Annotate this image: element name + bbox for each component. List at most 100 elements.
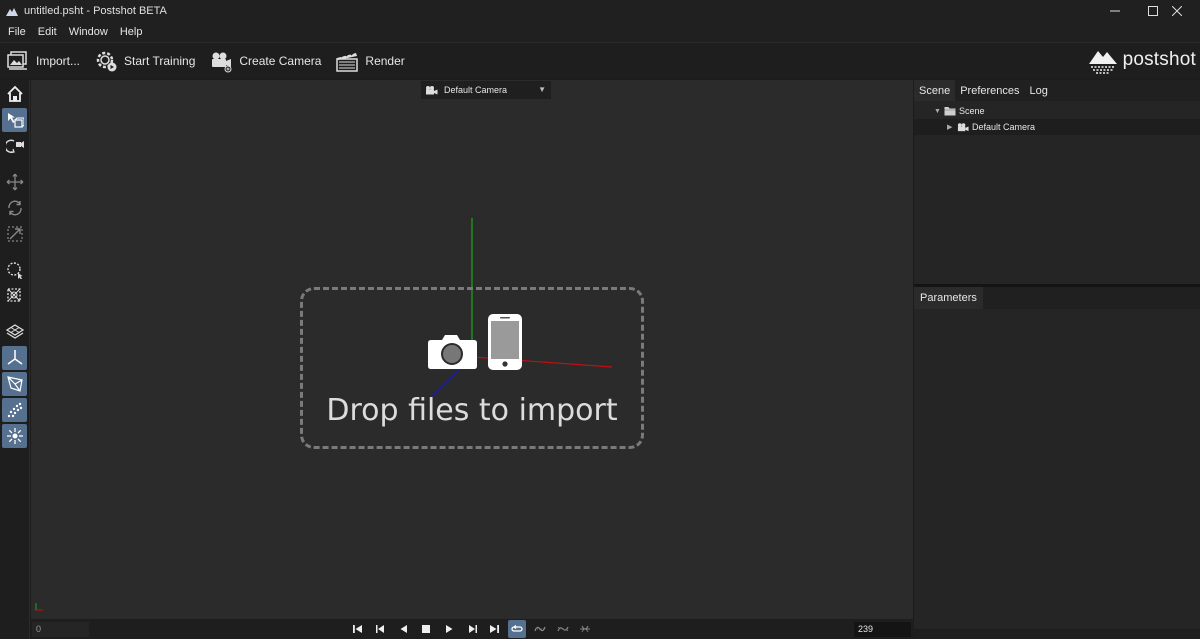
camera-icon: [957, 123, 969, 132]
scale-icon: [6, 226, 23, 242]
prev-keyframe-icon: [376, 625, 384, 633]
select-object-button[interactable]: [2, 108, 27, 132]
clapperboard-icon: [336, 51, 359, 72]
create-camera-label: Create Camera: [239, 54, 322, 68]
right-panel: Scene Preferences Log ▼ Scene ▶ Default …: [914, 80, 1200, 639]
play-icon: [446, 625, 453, 633]
chevron-down-icon: ▼: [538, 85, 546, 94]
3d-viewport[interactable]: Default Camera ▼ Drop files to import: [31, 80, 913, 618]
import-button[interactable]: Import...: [0, 43, 88, 79]
axes-toggle[interactable]: [2, 346, 27, 370]
tab-parameters[interactable]: Parameters: [914, 287, 983, 309]
parameters-panel: [914, 309, 1200, 629]
camera-dropdown-value: Default Camera: [444, 85, 508, 95]
video-camera-icon: [426, 86, 438, 95]
menu-file[interactable]: File: [2, 26, 32, 38]
play-button[interactable]: [440, 620, 458, 638]
move-icon: [6, 173, 23, 191]
play-reverse-icon: [400, 625, 407, 633]
first-frame-button[interactable]: [349, 620, 367, 638]
splat-points-icon: [7, 402, 22, 418]
bounce-icon: [534, 626, 546, 632]
select-object-icon: [7, 113, 24, 128]
scale-tool[interactable]: [2, 222, 27, 246]
menu-bar: File Edit Window Help: [0, 22, 1200, 42]
splat-points-toggle[interactable]: [2, 398, 27, 422]
menu-window[interactable]: Window: [63, 26, 114, 38]
tree-item-default-camera-label: Default Camera: [972, 122, 1036, 132]
loop-button[interactable]: [508, 620, 526, 638]
prev-keyframe-button[interactable]: [372, 620, 390, 638]
right-panel-tabs: Scene Preferences Log: [914, 80, 1200, 101]
home-icon: [6, 85, 23, 102]
window-title: untitled.psht - Postshot BETA: [24, 5, 167, 17]
import-icon: [7, 51, 27, 70]
title-bar: untitled.psht - Postshot BETA: [0, 0, 1200, 22]
parameters-tab-bar: Parameters: [914, 287, 1200, 309]
minimize-icon: [1110, 10, 1120, 12]
home-button[interactable]: [2, 82, 27, 106]
expand-right-icon[interactable]: ▶: [947, 123, 957, 131]
once-icon: [580, 625, 590, 633]
play-reverse-button[interactable]: [395, 620, 413, 638]
stop-button[interactable]: [417, 620, 435, 638]
close-button[interactable]: [1154, 0, 1200, 22]
start-frame-field[interactable]: 0: [32, 622, 89, 637]
ping-pong-icon: [557, 626, 569, 632]
tree-item-scene[interactable]: ▼ Scene: [914, 103, 1200, 119]
first-frame-icon: [353, 625, 362, 633]
render-label: Render: [365, 54, 405, 68]
expand-down-icon[interactable]: ▼: [934, 108, 944, 115]
render-button[interactable]: Render: [329, 43, 412, 79]
lasso-select-tool[interactable]: [2, 258, 27, 282]
drop-files-text: Drop files to import: [326, 393, 618, 428]
folder-icon: [944, 107, 956, 116]
camera-frustum-toggle[interactable]: [2, 372, 27, 396]
once-button[interactable]: [576, 620, 594, 638]
grid-plane-toggle[interactable]: [2, 320, 27, 344]
grid-plane-icon: [5, 324, 24, 339]
mini-axes-indicator: [35, 603, 43, 611]
last-frame-icon: [490, 625, 499, 633]
bounce-button[interactable]: [531, 620, 549, 638]
tree-item-scene-label: Scene: [959, 106, 985, 116]
postshot-logo-icon: [1088, 51, 1117, 74]
parameters-footer: [914, 629, 1200, 639]
tab-log[interactable]: Log: [1025, 80, 1053, 101]
camera-view-button[interactable]: [2, 134, 27, 158]
import-label: Import...: [36, 54, 81, 68]
ping-pong-button[interactable]: [554, 620, 572, 638]
start-training-label: Start Training: [124, 54, 196, 68]
last-frame-button[interactable]: [485, 620, 503, 638]
app-logo-icon: [6, 8, 18, 16]
end-frame-field[interactable]: 239: [854, 622, 911, 637]
left-tool-strip: [0, 80, 30, 639]
main-toolbar: Import... Start Training Create Camera R…: [0, 42, 1200, 79]
gear-icon: [96, 51, 117, 72]
lasso-select-icon: [6, 262, 22, 279]
menu-edit[interactable]: Edit: [32, 26, 63, 38]
rotate-tool[interactable]: [2, 196, 27, 220]
brand-logo: postshot: [1087, 46, 1196, 74]
next-keyframe-button[interactable]: [463, 620, 481, 638]
light-burst-icon: [6, 428, 23, 444]
rotate-icon: [7, 200, 22, 216]
drop-zone-icons: [428, 314, 522, 370]
create-camera-button[interactable]: Create Camera: [203, 43, 329, 79]
move-tool[interactable]: [2, 170, 27, 194]
light-burst-toggle[interactable]: [2, 424, 27, 448]
start-training-button[interactable]: Start Training: [88, 43, 203, 79]
camera-dropdown[interactable]: Default Camera ▼: [421, 81, 551, 99]
timeline-bar: 0 239: [31, 618, 913, 639]
box-select-icon: [6, 288, 21, 302]
tree-item-default-camera[interactable]: ▶ Default Camera: [914, 119, 1200, 135]
tab-scene[interactable]: Scene: [914, 80, 956, 101]
stop-icon: [422, 625, 430, 633]
tab-preferences[interactable]: Preferences: [955, 80, 1024, 101]
camera-icon: [428, 335, 477, 369]
menu-help[interactable]: Help: [114, 26, 149, 38]
box-select-tool[interactable]: [2, 284, 27, 308]
scene-tree: ▼ Scene ▶ Default Camera: [914, 101, 1200, 284]
drop-zone[interactable]: Drop files to import: [300, 287, 644, 449]
camera-frustum-icon: [6, 376, 23, 392]
